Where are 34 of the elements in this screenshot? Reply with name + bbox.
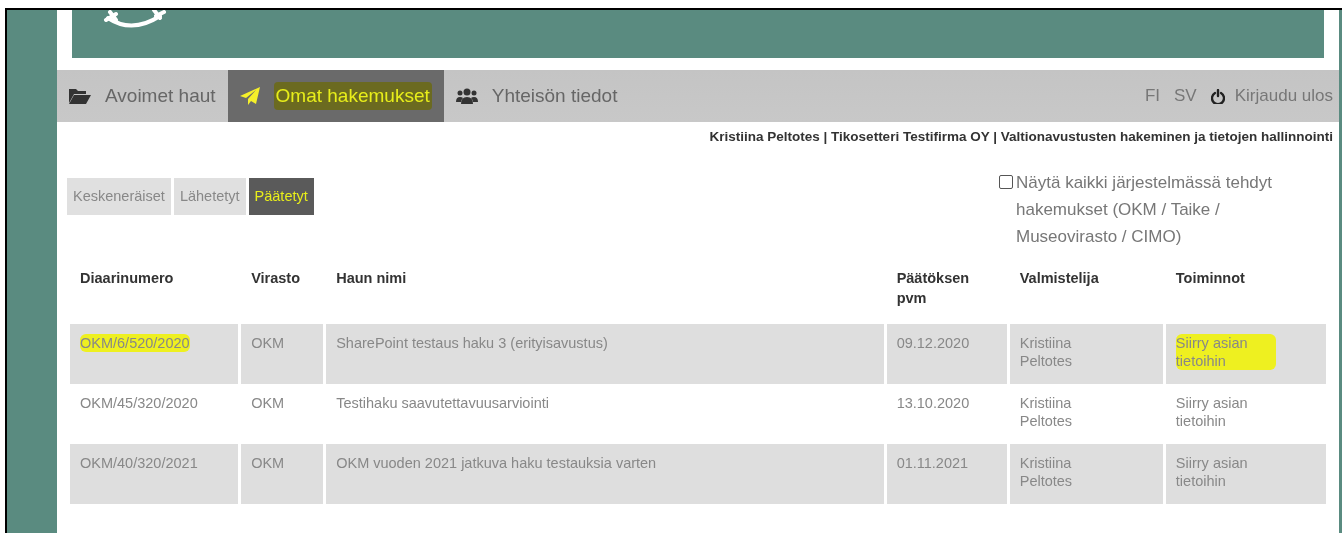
action-link-cell[interactable]: Siirry asian tietoihin [1165, 324, 1326, 385]
table-cell: SharePoint testaus haku 3 (erityisavustus) [326, 324, 884, 385]
folder-icon [69, 88, 91, 104]
paper-plane-icon [239, 87, 260, 105]
user-info: Kristiina Peltotes | Tikosetteri Testifirma OY | Valtionavustusten hakeminen ja tietojen hallinnointi [709, 128, 1333, 146]
table-cell: 01.11.2021 [886, 444, 1007, 505]
logout-link[interactable]: Kirjaudu ulos [1210, 83, 1333, 109]
table-cell: OKM [241, 324, 324, 385]
column-header: Virasto [251, 270, 301, 287]
language-link[interactable]: FI [1144, 83, 1161, 109]
column-header: Päätöksen pvm [896, 270, 970, 307]
column-header: Haun nimi [336, 270, 407, 287]
nav-tab[interactable]: Yhteisön tiedot [443, 70, 630, 122]
users-icon [455, 87, 478, 105]
column-header: Toiminnot [1175, 270, 1245, 287]
action-link-cell[interactable]: Siirry asian tietoihin [1165, 444, 1326, 505]
table-cell: OKM vuoden 2021 jatkuva haku testauksia varten [326, 444, 884, 505]
filter-tab[interactable]: Päätetyt [248, 178, 314, 216]
table-cell: OKM/6/520/2020 [70, 324, 239, 385]
table-cell: Kristiina Peltotes [1009, 444, 1163, 505]
table-cell: OKM/40/320/2021 [70, 444, 239, 505]
column-header: Diaarinumero [80, 270, 174, 287]
checkbox[interactable] [999, 175, 1013, 190]
table-cell: OKM [241, 444, 324, 505]
nav-tab[interactable]: Avoimet haut [57, 70, 228, 122]
power-icon [1210, 88, 1225, 104]
column-header: Valmistelija [1019, 270, 1099, 287]
filter-tab[interactable]: Keskeneräiset [67, 178, 171, 216]
filter-tab[interactable]: Lähetetyt [173, 178, 246, 216]
table-cell: 09.12.2020 [886, 324, 1007, 385]
checkbox-label: Näytä kaikki järjestelmässä tehdyt hakemukset (OKM / Taike / Museovirasto / CIMO) [1016, 172, 1274, 249]
nav-tab[interactable]: Omat hakemukset [227, 70, 444, 122]
table-cell: Kristiina Peltotes [1009, 324, 1163, 385]
language-link[interactable]: SV [1174, 83, 1197, 109]
